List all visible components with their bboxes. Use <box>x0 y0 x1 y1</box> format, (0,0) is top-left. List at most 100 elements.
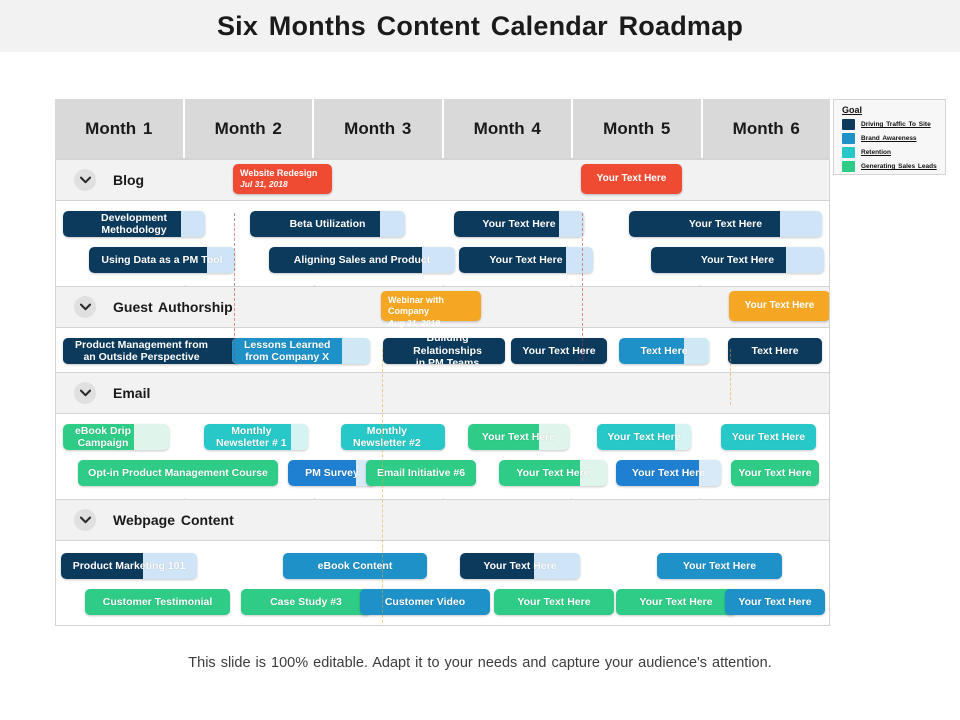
gantt-bar[interactable]: Your Text Here <box>468 424 569 450</box>
milestone-label: Your Text Here <box>596 172 667 184</box>
milestone-marker[interactable]: Webinar with Company Aug 31, 2018 <box>381 291 481 328</box>
legend-title: Goal <box>842 105 863 115</box>
legend-item-label: Retention <box>861 149 891 156</box>
milestone-marker[interactable]: Your Text Here <box>581 164 682 194</box>
legend-color-swatch <box>842 147 855 158</box>
gantt-bar-label: Your Text Here <box>482 217 556 230</box>
gantt-bar-label: Customer Video <box>384 595 466 608</box>
chevron-down-icon[interactable] <box>74 169 96 191</box>
gantt-bar[interactable]: Your Text Here <box>454 211 584 237</box>
goal-legend: Goal Driving Traffic To Site Brand Awaren… <box>833 99 946 175</box>
timeline-column-header: Month 1 <box>55 99 183 158</box>
gantt-bar[interactable]: Your Text Here <box>731 460 819 486</box>
group-header-blog[interactable]: Blog <box>56 159 829 201</box>
milestone-guide-line <box>382 349 383 625</box>
timeline-column-header: Month 2 <box>184 99 312 158</box>
gantt-bar[interactable]: Development Methodology <box>63 211 205 237</box>
gantt-bar[interactable]: Your Text Here <box>721 424 816 450</box>
gantt-bar-label: Case Study #3 <box>270 595 342 608</box>
timeline-header: Month 1 Month 2 Month 3 Month 4 Month 5 Month… <box>55 99 830 158</box>
gantt-bar-label: Beta Utilization <box>289 217 366 230</box>
gantt-bar[interactable]: Your Text Here <box>460 553 580 579</box>
gantt-bar[interactable]: Your Text Here <box>651 247 824 273</box>
group-title: Email <box>113 385 151 401</box>
legend-item-label: Brand Awareness <box>861 135 917 142</box>
gantt-bar[interactable]: Your Text Here <box>629 211 822 237</box>
gantt-bar-label: Your Text Here <box>738 466 812 479</box>
group-title: Webpage Content <box>113 512 234 528</box>
gantt-bar[interactable]: Beta Utilization <box>250 211 405 237</box>
gantt-bar[interactable]: Product Marketing 101 <box>61 553 197 579</box>
milestone-date: Aug 31, 2018 <box>388 317 440 328</box>
milestone-marker[interactable]: Your Text Here <box>729 291 829 321</box>
gantt-bar[interactable]: Aligning Sales and Product <box>269 247 455 273</box>
gantt-bar[interactable]: Product Management from an Outside Persp… <box>63 338 241 364</box>
legend-item-label: Generating Sales Leads <box>861 163 937 170</box>
gantt-bar-label: Monthly Newsletter # 1 <box>216 424 287 449</box>
gantt-bar[interactable]: Opt-in Product Management Course <box>78 460 278 486</box>
gantt-bar[interactable]: Your Text Here <box>499 460 607 486</box>
gantt-bar[interactable]: Text Here <box>728 338 822 364</box>
slide-title-bar: Six Months Content Calendar Roadmap <box>0 0 960 52</box>
gantt-bar[interactable]: eBook Drip Campaign <box>63 424 169 450</box>
gantt-bar-label: Product Management from an Outside Persp… <box>75 338 209 363</box>
gantt-bar[interactable]: Case Study #3 <box>241 589 371 615</box>
gantt-bar[interactable]: Your Text Here <box>657 553 782 579</box>
gantt-bar[interactable]: Customer Testimonial <box>85 589 230 615</box>
gantt-bar[interactable]: Text Here <box>619 338 709 364</box>
milestone-guide-line <box>582 213 583 361</box>
timeline-column-header: Month 4 <box>443 99 571 158</box>
gantt-bar[interactable]: Your Text Here <box>597 424 691 450</box>
timeline-column-header: Month 3 <box>314 99 442 158</box>
gantt-bar[interactable]: Your Text Here <box>616 589 736 615</box>
gantt-bar-label: Your Text Here <box>639 595 713 608</box>
gantt-bar-label: Your Text Here <box>700 253 775 266</box>
gantt-bar[interactable]: eBook Content <box>283 553 427 579</box>
gantt-bar[interactable]: Customer Video <box>360 589 490 615</box>
milestone-label: Webinar with Company <box>388 295 444 317</box>
timeline-column-header: Month 5 <box>573 99 701 158</box>
gantt-bar[interactable]: Your Text Here <box>616 460 721 486</box>
gantt-bar-label: Your Text Here <box>688 217 763 230</box>
gantt-bar[interactable]: Your Text Here <box>494 589 614 615</box>
gantt-bar-label: Your Text Here <box>607 430 681 443</box>
gantt-bar[interactable]: Monthly Newsletter #2 <box>341 424 445 450</box>
gantt-bar-label: Product Marketing 101 <box>72 559 186 572</box>
gantt-bar-label: Lessons Learned from Company X <box>244 338 331 363</box>
page-title: Six Months Content Calendar Roadmap <box>216 10 744 41</box>
gantt-bar-label: Using Data as a PM Tool <box>101 253 223 266</box>
milestone-marker[interactable]: Website Redesign Jul 31, 2018 <box>233 164 332 194</box>
legend-item: Driving Traffic To Site <box>842 119 945 130</box>
legend-item: Generating Sales Leads <box>842 161 945 172</box>
group-header-web[interactable]: Webpage Content <box>56 499 829 541</box>
chevron-down-icon[interactable] <box>74 509 96 531</box>
chevron-down-icon[interactable] <box>74 382 96 404</box>
gantt-bar-label: Text Here <box>751 344 799 357</box>
gantt-bar[interactable]: Building Relationships in PM Teams <box>383 338 505 364</box>
gantt-bar[interactable]: Lessons Learned from Company X <box>232 338 370 364</box>
gantt-bar-label: Monthly Newsletter #2 <box>353 424 421 449</box>
slide-footer-note: This slide is 100% editable. Adapt it to… <box>188 655 772 671</box>
milestone-guide-line <box>234 213 235 361</box>
legend-item: Retention <box>842 147 945 158</box>
gantt-bar[interactable]: Your Text Here <box>459 247 593 273</box>
gantt-bar[interactable]: Your Text Here <box>511 338 607 364</box>
gantt-bar[interactable]: Your Text Here <box>725 589 825 615</box>
legend-item: Brand Awareness <box>842 133 945 144</box>
gantt-bar-label: Your Text Here <box>517 595 591 608</box>
gantt-bar-label: Aligning Sales and Product <box>293 253 431 266</box>
gantt-bar-label: Your Text Here <box>631 466 706 479</box>
milestone-date: Jul 31, 2018 <box>240 179 288 190</box>
chevron-down-icon[interactable] <box>74 296 96 318</box>
milestone-label: Website Redesign <box>240 168 318 178</box>
gantt-bar[interactable]: Using Data as a PM Tool <box>89 247 235 273</box>
group-header-email[interactable]: Email <box>56 372 829 414</box>
gantt-bar[interactable]: PM Survey <box>288 460 376 486</box>
roadmap-chart: Month 1 Month 2 Month 3 Month 4 Month 5 Month… <box>55 99 830 626</box>
gantt-bar-label: PM Survey <box>305 466 359 479</box>
gantt-bar-label: Your Text Here <box>738 595 812 608</box>
gantt-bar-label: Your Text Here <box>483 559 557 572</box>
gantt-bar[interactable]: Monthly Newsletter # 1 <box>204 424 308 450</box>
gantt-bar-label: eBook Content <box>317 559 393 572</box>
gantt-bar-label: Your Text Here <box>516 466 590 479</box>
